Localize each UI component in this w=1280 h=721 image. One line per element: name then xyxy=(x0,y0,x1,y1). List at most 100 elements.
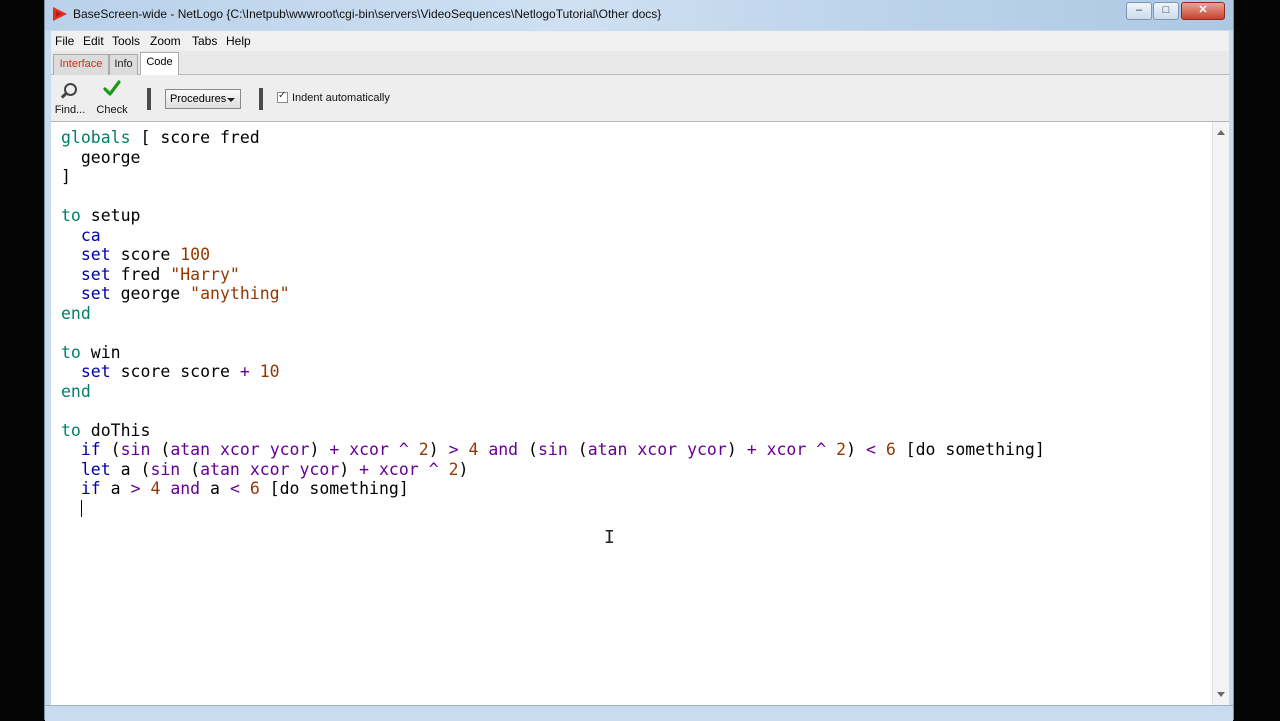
code-text[interactable]: globals [ score fred george] to setup ca … xyxy=(61,128,1045,518)
code-line[interactable]: if a > 4 and a < 6 [do something] xyxy=(61,479,1045,499)
code-text-segment xyxy=(419,460,429,479)
code-line[interactable]: to setup xyxy=(61,206,1045,226)
code-line[interactable] xyxy=(61,323,1045,343)
magnifier-icon xyxy=(64,83,77,96)
code-text-segment: score score xyxy=(110,362,240,381)
code-token-cmd: let xyxy=(80,459,111,479)
code-token-rep: ycor xyxy=(299,459,340,479)
code-token-rep: ycor xyxy=(269,440,310,459)
menu-tools[interactable]: Tools xyxy=(112,34,140,48)
code-text-segment xyxy=(677,440,687,459)
menu-edit[interactable]: Edit xyxy=(83,34,104,48)
code-line[interactable]: set fred "Harry" xyxy=(61,265,1045,285)
code-text-segment xyxy=(478,440,488,459)
code-line[interactable] xyxy=(61,499,1045,519)
code-token-num: 4 xyxy=(468,440,479,459)
code-text-segment: ) xyxy=(726,440,747,459)
code-text-segment: ) xyxy=(458,459,469,479)
code-token-cmd: set xyxy=(80,264,111,284)
vertical-scrollbar[interactable] xyxy=(1212,122,1229,705)
code-text-segment: a ( xyxy=(110,459,151,479)
code-token-str: "Harry" xyxy=(170,264,240,284)
code-line[interactable]: set george "anything" xyxy=(61,284,1045,304)
checkbox-checked-icon[interactable] xyxy=(277,90,288,103)
code-token-rep: sin xyxy=(150,459,181,479)
check-button[interactable]: Check xyxy=(95,75,129,119)
code-editor[interactable]: globals [ score fred george] to setup ca … xyxy=(51,122,1229,705)
code-text-segment: ] xyxy=(61,167,71,186)
code-token-kw: to xyxy=(61,206,81,225)
code-text-segment xyxy=(141,479,151,498)
code-text-segment: ( xyxy=(518,440,538,459)
maximize-button[interactable]: □ xyxy=(1153,2,1179,20)
code-text-segment xyxy=(61,362,81,381)
code-text-segment xyxy=(826,440,836,459)
code-text-segment: [do something] xyxy=(895,440,1045,459)
code-token-op: < xyxy=(229,479,240,498)
check-label: Check xyxy=(96,104,128,116)
code-text-segment: ) xyxy=(428,440,449,459)
code-token-kw: end xyxy=(61,381,91,401)
menu-bar: File Edit Tools Zoom Tabs Help xyxy=(51,31,1229,51)
code-text-segment xyxy=(339,440,349,459)
code-line[interactable] xyxy=(61,401,1045,421)
menu-file[interactable]: File xyxy=(55,34,74,48)
code-line[interactable] xyxy=(61,187,1045,207)
indent-automatically-checkbox[interactable]: Indent automatically xyxy=(277,90,390,104)
find-label: Find... xyxy=(54,104,86,116)
code-line[interactable]: george xyxy=(61,148,1045,168)
tab-interface[interactable]: Interface xyxy=(53,54,109,75)
code-text-segment xyxy=(389,440,399,459)
scroll-down-arrow-icon[interactable] xyxy=(1217,692,1225,697)
code-line[interactable]: to win xyxy=(61,343,1045,363)
code-text-segment xyxy=(210,440,220,459)
toolbar-separator xyxy=(147,88,151,110)
title-bar[interactable]: BaseScreen-wide - NetLogo {C:\Inetpub\ww… xyxy=(45,0,1233,30)
code-line[interactable]: set score score + 10 xyxy=(61,362,1045,382)
menu-help[interactable]: Help xyxy=(226,34,251,48)
code-line[interactable]: globals [ score fred xyxy=(61,128,1045,148)
code-line[interactable]: let a (sin (atan xcor ycor) + xcor ^ 2) xyxy=(61,460,1045,480)
code-token-rep: sin xyxy=(538,440,568,459)
code-text-segment xyxy=(240,479,250,498)
code-line[interactable]: if (sin (atan xcor ycor) + xcor ^ 2) > 4… xyxy=(61,440,1045,460)
code-line[interactable]: end xyxy=(61,382,1045,402)
code-text-segment xyxy=(61,460,81,479)
code-token-rep: xcor xyxy=(637,440,678,459)
code-token-cmd: set xyxy=(80,362,111,381)
code-line[interactable]: set score 100 xyxy=(61,245,1045,265)
code-token-num: 2 xyxy=(418,440,429,459)
procedures-label: Procedures xyxy=(170,93,227,105)
code-token-op: and xyxy=(488,440,519,459)
code-line[interactable]: end xyxy=(61,304,1045,324)
code-text-segment: a xyxy=(200,479,230,498)
code-token-rep: sin xyxy=(120,440,151,459)
code-text-segment xyxy=(61,284,81,303)
code-token-cmd: if xyxy=(80,479,101,498)
code-line[interactable]: ] xyxy=(61,167,1045,187)
close-button[interactable]: ✕ xyxy=(1181,2,1225,20)
procedures-dropdown[interactable]: Procedures xyxy=(165,89,241,109)
code-text-segment: [do something] xyxy=(259,479,409,498)
tab-code[interactable]: Code xyxy=(140,52,179,75)
code-line[interactable]: to doThis xyxy=(61,421,1045,441)
code-token-kw: to xyxy=(61,420,81,440)
scroll-up-arrow-icon[interactable] xyxy=(1217,130,1225,135)
code-token-rep: atan xyxy=(587,440,628,459)
code-text-segment: doThis xyxy=(80,420,151,440)
code-text-segment xyxy=(61,265,81,284)
menu-tabs[interactable]: Tabs xyxy=(192,34,217,48)
code-token-rep: atan xyxy=(170,440,211,459)
find-button[interactable]: Find... xyxy=(53,75,87,119)
code-text-segment: ( xyxy=(180,459,201,479)
code-token-cmd: set xyxy=(80,245,111,264)
code-text-segment xyxy=(459,440,469,459)
code-text-segment: score xyxy=(110,245,181,264)
tab-info[interactable]: Info xyxy=(109,54,138,75)
code-text-segment xyxy=(61,479,81,498)
menu-zoom[interactable]: Zoom xyxy=(150,34,181,48)
code-token-num: 2 xyxy=(448,459,459,479)
code-line[interactable]: ca xyxy=(61,226,1045,246)
minimize-button[interactable]: – xyxy=(1126,2,1152,20)
code-text-segment: george xyxy=(61,147,141,167)
